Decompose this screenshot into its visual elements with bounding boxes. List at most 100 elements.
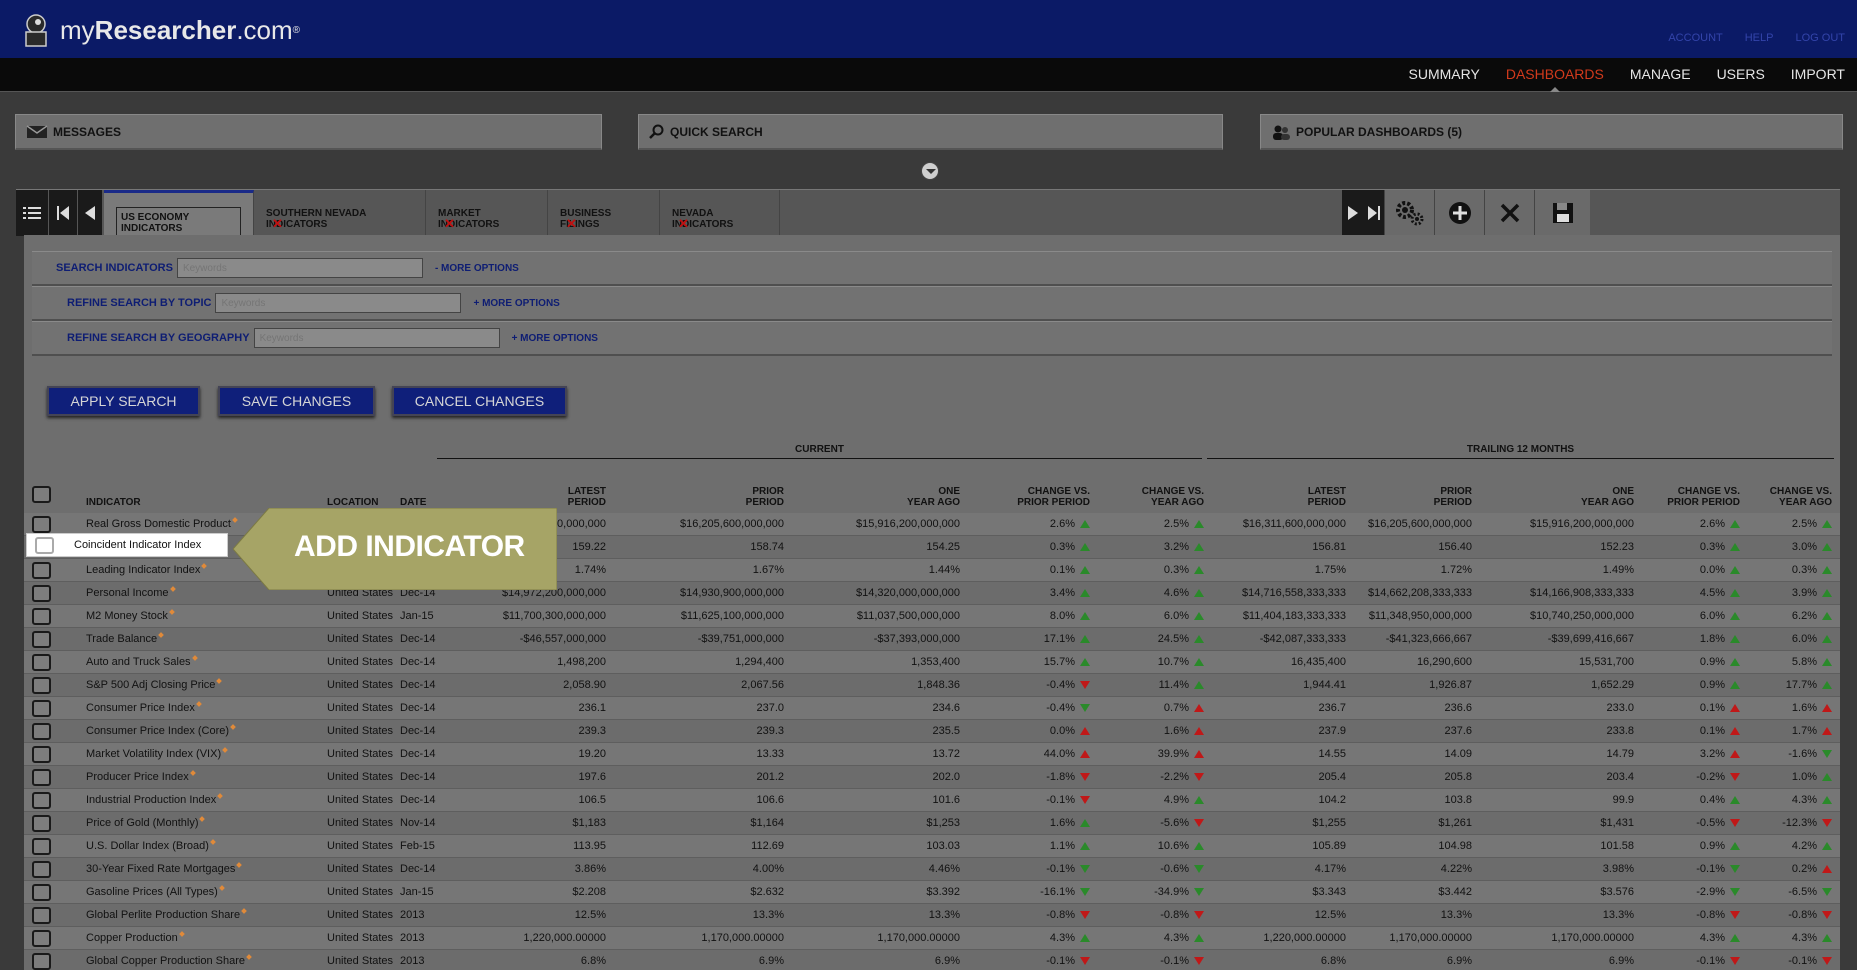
row-checkbox[interactable]	[32, 792, 51, 809]
geography-more-options-link[interactable]: + MORE OPTIONS	[512, 333, 598, 344]
close-tab-icon[interactable]: ✕	[272, 216, 283, 232]
topic-search-label: REFINE SEARCH BY TOPIC	[67, 297, 212, 309]
close-tab-icon[interactable]: ✕	[678, 216, 689, 232]
trend-down-icon	[1822, 911, 1832, 919]
tab-southern-nevada-indicators[interactable]: SOUTHERN NEVADA INDICATORS ✕	[254, 190, 426, 236]
nav-manage[interactable]: MANAGE	[1630, 66, 1691, 82]
row-checkbox[interactable]	[32, 700, 51, 717]
value-cell: $11,700,300,000,000	[502, 610, 606, 622]
close-tab-icon[interactable]: ✕	[444, 216, 455, 232]
nav-dashboards[interactable]: DASHBOARDS	[1506, 66, 1604, 92]
table-row[interactable]: Market Volatility Index (VIX) United Stat…	[24, 743, 1840, 766]
change-value: -2.9%	[1696, 886, 1725, 898]
tab-business-filings[interactable]: BUSINESS FILINGS ✕	[548, 190, 660, 236]
table-row[interactable]: Gasoline Prices (All Types) United States…	[24, 881, 1840, 904]
account-link[interactable]: ACCOUNT	[1668, 32, 1722, 44]
popular-dashboards-panel[interactable]: POPULAR DASHBOARDS (5)	[1260, 114, 1843, 150]
next-tab-icon[interactable]	[1342, 190, 1364, 236]
row-checkbox[interactable]	[32, 953, 51, 970]
row-checkbox[interactable]	[32, 631, 51, 648]
highlighted-indicator-row[interactable]: Coincident Indicator Index	[26, 533, 228, 557]
table-row[interactable]: Global Perlite Production Share United St…	[24, 904, 1840, 927]
table-row[interactable]: Consumer Price Index (Core) United States…	[24, 720, 1840, 743]
change-value: 0.0%	[1699, 564, 1725, 576]
last-tab-icon[interactable]	[1364, 190, 1384, 236]
table-row[interactable]: 30-Year Fixed Rate Mortgages United State…	[24, 858, 1840, 881]
settings-icon[interactable]	[1384, 190, 1434, 236]
table-row[interactable]: Producer Price Index United States Dec-14 1…	[24, 766, 1840, 789]
location-cell: United States	[327, 840, 394, 852]
previous-tab-icon[interactable]	[78, 190, 102, 236]
help-link[interactable]: HELP	[1745, 32, 1774, 44]
row-checkbox[interactable]	[32, 654, 51, 671]
trend-up-icon	[1822, 865, 1832, 873]
row-checkbox[interactable]	[32, 838, 51, 855]
value-cell: $3.576	[1600, 886, 1634, 898]
table-row[interactable]: Price of Gold (Monthly) United States Nov-…	[24, 812, 1840, 835]
table-row[interactable]: Industrial Production Index United States…	[24, 789, 1840, 812]
tab-market-indicators[interactable]: MARKET INDICATORS ✕	[426, 190, 548, 236]
first-tab-icon[interactable]	[49, 190, 77, 236]
table-row[interactable]: M2 Money Stock United States Jan-15 $11,700…	[24, 605, 1840, 628]
select-all-checkbox[interactable]	[32, 486, 51, 503]
row-checkbox[interactable]	[32, 677, 51, 694]
change-value: 10.7%	[1157, 656, 1189, 668]
nav-summary[interactable]: SUMMARY	[1409, 66, 1480, 82]
indicator-name: Auto and Truck Sales	[86, 656, 197, 668]
value-cell: 6.9%	[1446, 955, 1472, 967]
search-indicators-input[interactable]	[176, 258, 423, 278]
add-icon[interactable]	[1434, 190, 1484, 236]
cancel-changes-button[interactable]: CANCEL CHANGES	[392, 386, 567, 416]
row-checkbox[interactable]	[32, 608, 51, 625]
table-row[interactable]: Trade Balance United States Dec-14 -$46,557…	[24, 628, 1840, 651]
tab-nevada-indicators[interactable]: NEVADA INDICATORS ✕	[660, 190, 780, 236]
topic-more-options-link[interactable]: + MORE OPTIONS	[473, 298, 559, 309]
value-cell: 203.4	[1606, 771, 1634, 783]
quick-search-panel[interactable]: QUICK SEARCH	[638, 114, 1223, 150]
change-cell: -0.8%	[980, 909, 1090, 921]
geography-search-input[interactable]	[253, 328, 500, 348]
row-checkbox[interactable]	[32, 884, 51, 901]
row-checkbox[interactable]	[32, 907, 51, 924]
apply-search-button[interactable]: APPLY SEARCH	[47, 386, 200, 416]
expand-panels-icon[interactable]	[921, 162, 939, 180]
close-icon[interactable]	[1484, 190, 1534, 236]
trend-down-icon	[1730, 957, 1740, 965]
table-row[interactable]: Consumer Price Index United States Dec-14 2…	[24, 697, 1840, 720]
row-checkbox[interactable]	[32, 585, 51, 602]
messages-panel[interactable]: MESSAGES	[15, 114, 602, 150]
change-cell: 4.3%	[1640, 932, 1740, 944]
row-checkbox[interactable]	[32, 746, 51, 763]
save-changes-button[interactable]: SAVE CHANGES	[218, 386, 375, 416]
tab-us-economy-indicators[interactable]: US ECONOMY INDICATORS	[104, 190, 254, 239]
trend-up-icon	[1730, 658, 1740, 666]
table-row[interactable]: S&P 500 Adj Closing Price United States De…	[24, 674, 1840, 697]
row-checkbox[interactable]	[32, 723, 51, 740]
topic-search-input[interactable]	[215, 293, 462, 313]
close-tab-icon[interactable]: ✕	[566, 216, 577, 232]
save-icon[interactable]	[1534, 190, 1590, 236]
more-options-link[interactable]: - MORE OPTIONS	[435, 263, 519, 274]
row-checkbox[interactable]	[32, 861, 51, 878]
table-row[interactable]: Global Copper Production Share United Sta…	[24, 950, 1840, 970]
change-value: 0.1%	[1049, 564, 1075, 576]
change-value: -0.1%	[1696, 955, 1725, 967]
nav-users[interactable]: USERS	[1717, 66, 1765, 82]
table-row[interactable]: U.S. Dollar Index (Broad) United States Fe…	[24, 835, 1840, 858]
table-row[interactable]: Copper Production United States 2013 1,220,…	[24, 927, 1840, 950]
row-checkbox[interactable]	[32, 930, 51, 947]
row-checkbox[interactable]	[35, 536, 54, 554]
value-cell: $15,916,200,000,000	[856, 518, 960, 530]
row-checkbox[interactable]	[32, 562, 51, 579]
row-checkbox[interactable]	[32, 516, 51, 533]
logo[interactable]: my Researcher .com ®	[16, 10, 300, 50]
trend-down-icon	[1080, 773, 1090, 781]
row-checkbox[interactable]	[32, 769, 51, 786]
row-checkbox[interactable]	[32, 815, 51, 832]
logout-link[interactable]: LOG OUT	[1795, 32, 1845, 44]
change-cell: 0.2%	[1750, 863, 1832, 875]
trend-up-icon	[1730, 543, 1740, 551]
table-row[interactable]: Auto and Truck Sales United States Dec-14 1…	[24, 651, 1840, 674]
nav-import[interactable]: IMPORT	[1791, 66, 1845, 82]
list-icon[interactable]	[16, 190, 48, 236]
